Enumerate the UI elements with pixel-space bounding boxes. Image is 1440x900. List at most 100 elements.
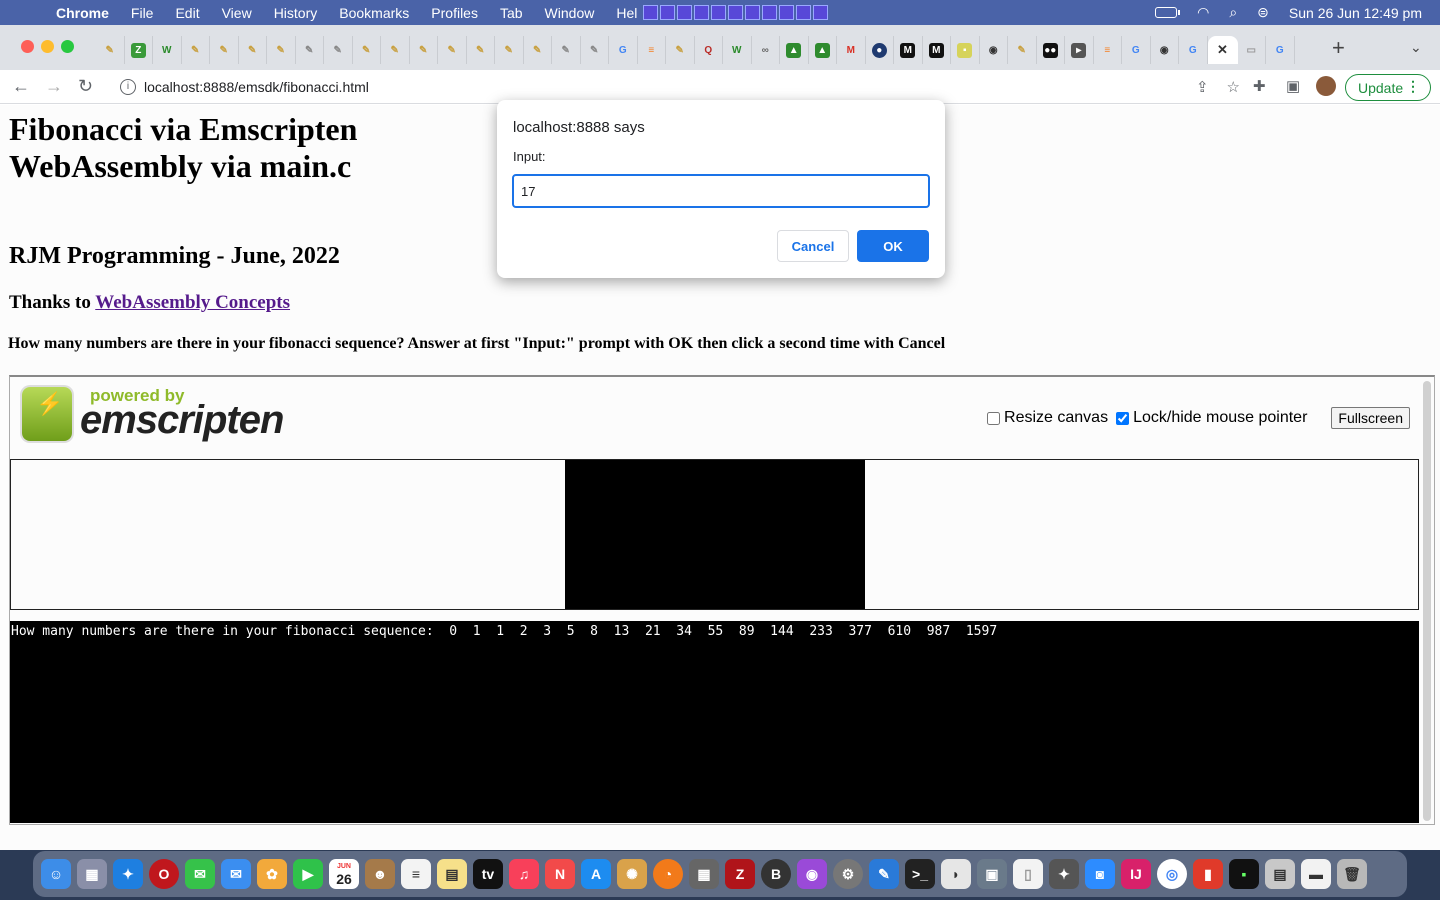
new-tab-button[interactable]: + [1332, 35, 1345, 61]
tab[interactable]: ✎ [410, 36, 438, 64]
menu-history[interactable]: History [274, 5, 318, 21]
trash-icon[interactable]: 🗑 [1337, 859, 1367, 889]
tab[interactable]: M [923, 36, 951, 64]
tab[interactable]: ✎ [381, 36, 410, 64]
menu-window[interactable]: Window [545, 5, 595, 21]
downloads-folder-icon[interactable]: ▤ [1265, 859, 1295, 889]
active-tab[interactable]: ✕ [1207, 36, 1238, 64]
minimize-window-button[interactable] [41, 40, 54, 53]
tab[interactable]: ✎ [524, 36, 552, 64]
prompt-input[interactable] [512, 174, 930, 208]
opera-icon[interactable]: O [149, 859, 179, 889]
menubar-clock[interactable]: Sun 26 Jun 12:49 pm [1289, 5, 1422, 21]
menu-file[interactable]: File [131, 5, 154, 21]
address-bar[interactable]: i localhost:8888/emsdk/fibonacci.html ⇪ … [110, 72, 1240, 102]
tab[interactable]: ✎ [581, 36, 609, 64]
tab[interactable]: ▭ [1238, 36, 1266, 64]
menu-view[interactable]: View [222, 5, 252, 21]
podcasts-icon[interactable]: ◉ [797, 859, 827, 889]
bookmark-star-icon[interactable]: ☆ [1227, 78, 1240, 96]
tab[interactable]: G [1266, 36, 1295, 64]
tab[interactable]: M [894, 36, 923, 64]
calculator-icon[interactable]: ▦ [689, 859, 719, 889]
kebab-menu-icon[interactable]: ⋮ [1406, 78, 1420, 95]
menu-app-chrome[interactable]: Chrome [56, 5, 109, 21]
messages-icon[interactable]: ✉ [185, 859, 215, 889]
resize-canvas-checkbox[interactable] [987, 411, 1001, 425]
music-icon[interactable]: ♫ [509, 859, 539, 889]
intellij-icon[interactable]: IJ [1121, 859, 1151, 889]
preview-icon[interactable]: ▣ [977, 859, 1007, 889]
webassembly-concepts-link[interactable]: WebAssembly Concepts [95, 292, 290, 313]
gimp-icon[interactable]: ✦ [1049, 859, 1079, 889]
ok-button[interactable]: OK [857, 230, 929, 262]
back-arrow-icon[interactable]: ← [12, 76, 30, 97]
stack-folder-icon[interactable]: ▬ [1301, 859, 1331, 889]
extensions-puzzle-icon[interactable]: ✚ [1253, 77, 1266, 95]
paint-palette-icon[interactable]: ✺ [617, 859, 647, 889]
contacts-icon[interactable]: ☻ [365, 859, 395, 889]
battery-icon[interactable] [1155, 7, 1181, 18]
facetime-icon[interactable]: ▶ [293, 859, 323, 889]
tab[interactable]: ▲ [780, 36, 809, 64]
tab[interactable]: ✎ [210, 36, 239, 64]
tab[interactable]: G [1122, 36, 1151, 64]
console-icon[interactable]: ▪ [1229, 859, 1259, 889]
spotlight-search-icon[interactable]: ⌕ [1229, 4, 1237, 21]
tab[interactable]: ✎ [324, 36, 353, 64]
wifi-icon[interactable]: ◠ [1197, 4, 1209, 21]
share-icon[interactable]: ⇪ [1196, 78, 1209, 96]
menu-profiles[interactable]: Profiles [431, 5, 478, 21]
zoom-icon[interactable]: ◙ [1085, 859, 1115, 889]
fullscreen-button[interactable]: Fullscreen [1331, 407, 1410, 429]
mail-icon[interactable]: ✉ [221, 859, 251, 889]
tab[interactable]: ▪ [951, 36, 980, 64]
tab[interactable]: Z [125, 36, 153, 64]
xcode-icon[interactable]: ✎ [869, 859, 899, 889]
document-icon[interactable]: ▯ [1013, 859, 1043, 889]
resize-canvas-option[interactable]: Resize canvas [987, 409, 1108, 427]
close-window-button[interactable] [21, 40, 34, 53]
tab[interactable]: ✎ [467, 36, 495, 64]
lock-pointer-checkbox[interactable] [1116, 411, 1130, 425]
tab[interactable]: ✎ [666, 36, 695, 64]
tab[interactable]: ✎ [96, 36, 125, 64]
forward-arrow-icon[interactable]: → [45, 76, 63, 97]
site-info-icon[interactable]: i [120, 79, 136, 95]
tab[interactable]: ● [866, 36, 894, 64]
side-panel-icon[interactable]: ▣ [1286, 77, 1300, 95]
update-button[interactable]: Update ⋮ [1345, 74, 1431, 101]
calendar-icon[interactable]: JUN 26 [329, 859, 359, 889]
tab[interactable]: M [837, 36, 866, 64]
sequel-pro-icon[interactable]: ◗ [941, 859, 971, 889]
app-store-icon[interactable]: A [581, 859, 611, 889]
bbedit-icon[interactable]: B [761, 859, 791, 889]
tab[interactable]: ✎ [296, 36, 324, 64]
safari-icon[interactable]: ✦ [113, 859, 143, 889]
photos-icon[interactable]: ✿ [257, 859, 287, 889]
tab[interactable]: ▸ [1065, 36, 1094, 64]
tab[interactable]: ✎ [495, 36, 524, 64]
tab[interactable]: ✎ [182, 36, 210, 64]
page-scrollbar[interactable] [1423, 381, 1431, 821]
tab[interactable]: W [723, 36, 752, 64]
photo-booth-icon[interactable]: ▮ [1193, 859, 1223, 889]
menu-edit[interactable]: Edit [175, 5, 199, 21]
tab-search-chevron-icon[interactable]: ⌄ [1410, 39, 1422, 56]
firefox-icon[interactable]: ◔ [653, 859, 683, 889]
notes-icon[interactable]: ▤ [437, 859, 467, 889]
menu-bookmarks[interactable]: Bookmarks [339, 5, 409, 21]
tab[interactable]: ≡ [638, 36, 666, 64]
tab[interactable]: ✎ [1008, 36, 1037, 64]
tab[interactable]: ✎ [438, 36, 467, 64]
terminal-icon[interactable]: >_ [905, 859, 935, 889]
cancel-button[interactable]: Cancel [777, 230, 849, 262]
filezilla-icon[interactable]: Z [725, 859, 755, 889]
tab[interactable]: ✎ [267, 36, 296, 64]
tab[interactable]: G [1179, 36, 1208, 64]
tab[interactable]: Q [695, 36, 723, 64]
chrome-icon[interactable]: ◎ [1157, 859, 1187, 889]
tab[interactable]: ◉ [980, 36, 1008, 64]
finder-icon[interactable]: ☺ [41, 859, 71, 889]
tab[interactable]: ∞ [752, 36, 780, 64]
